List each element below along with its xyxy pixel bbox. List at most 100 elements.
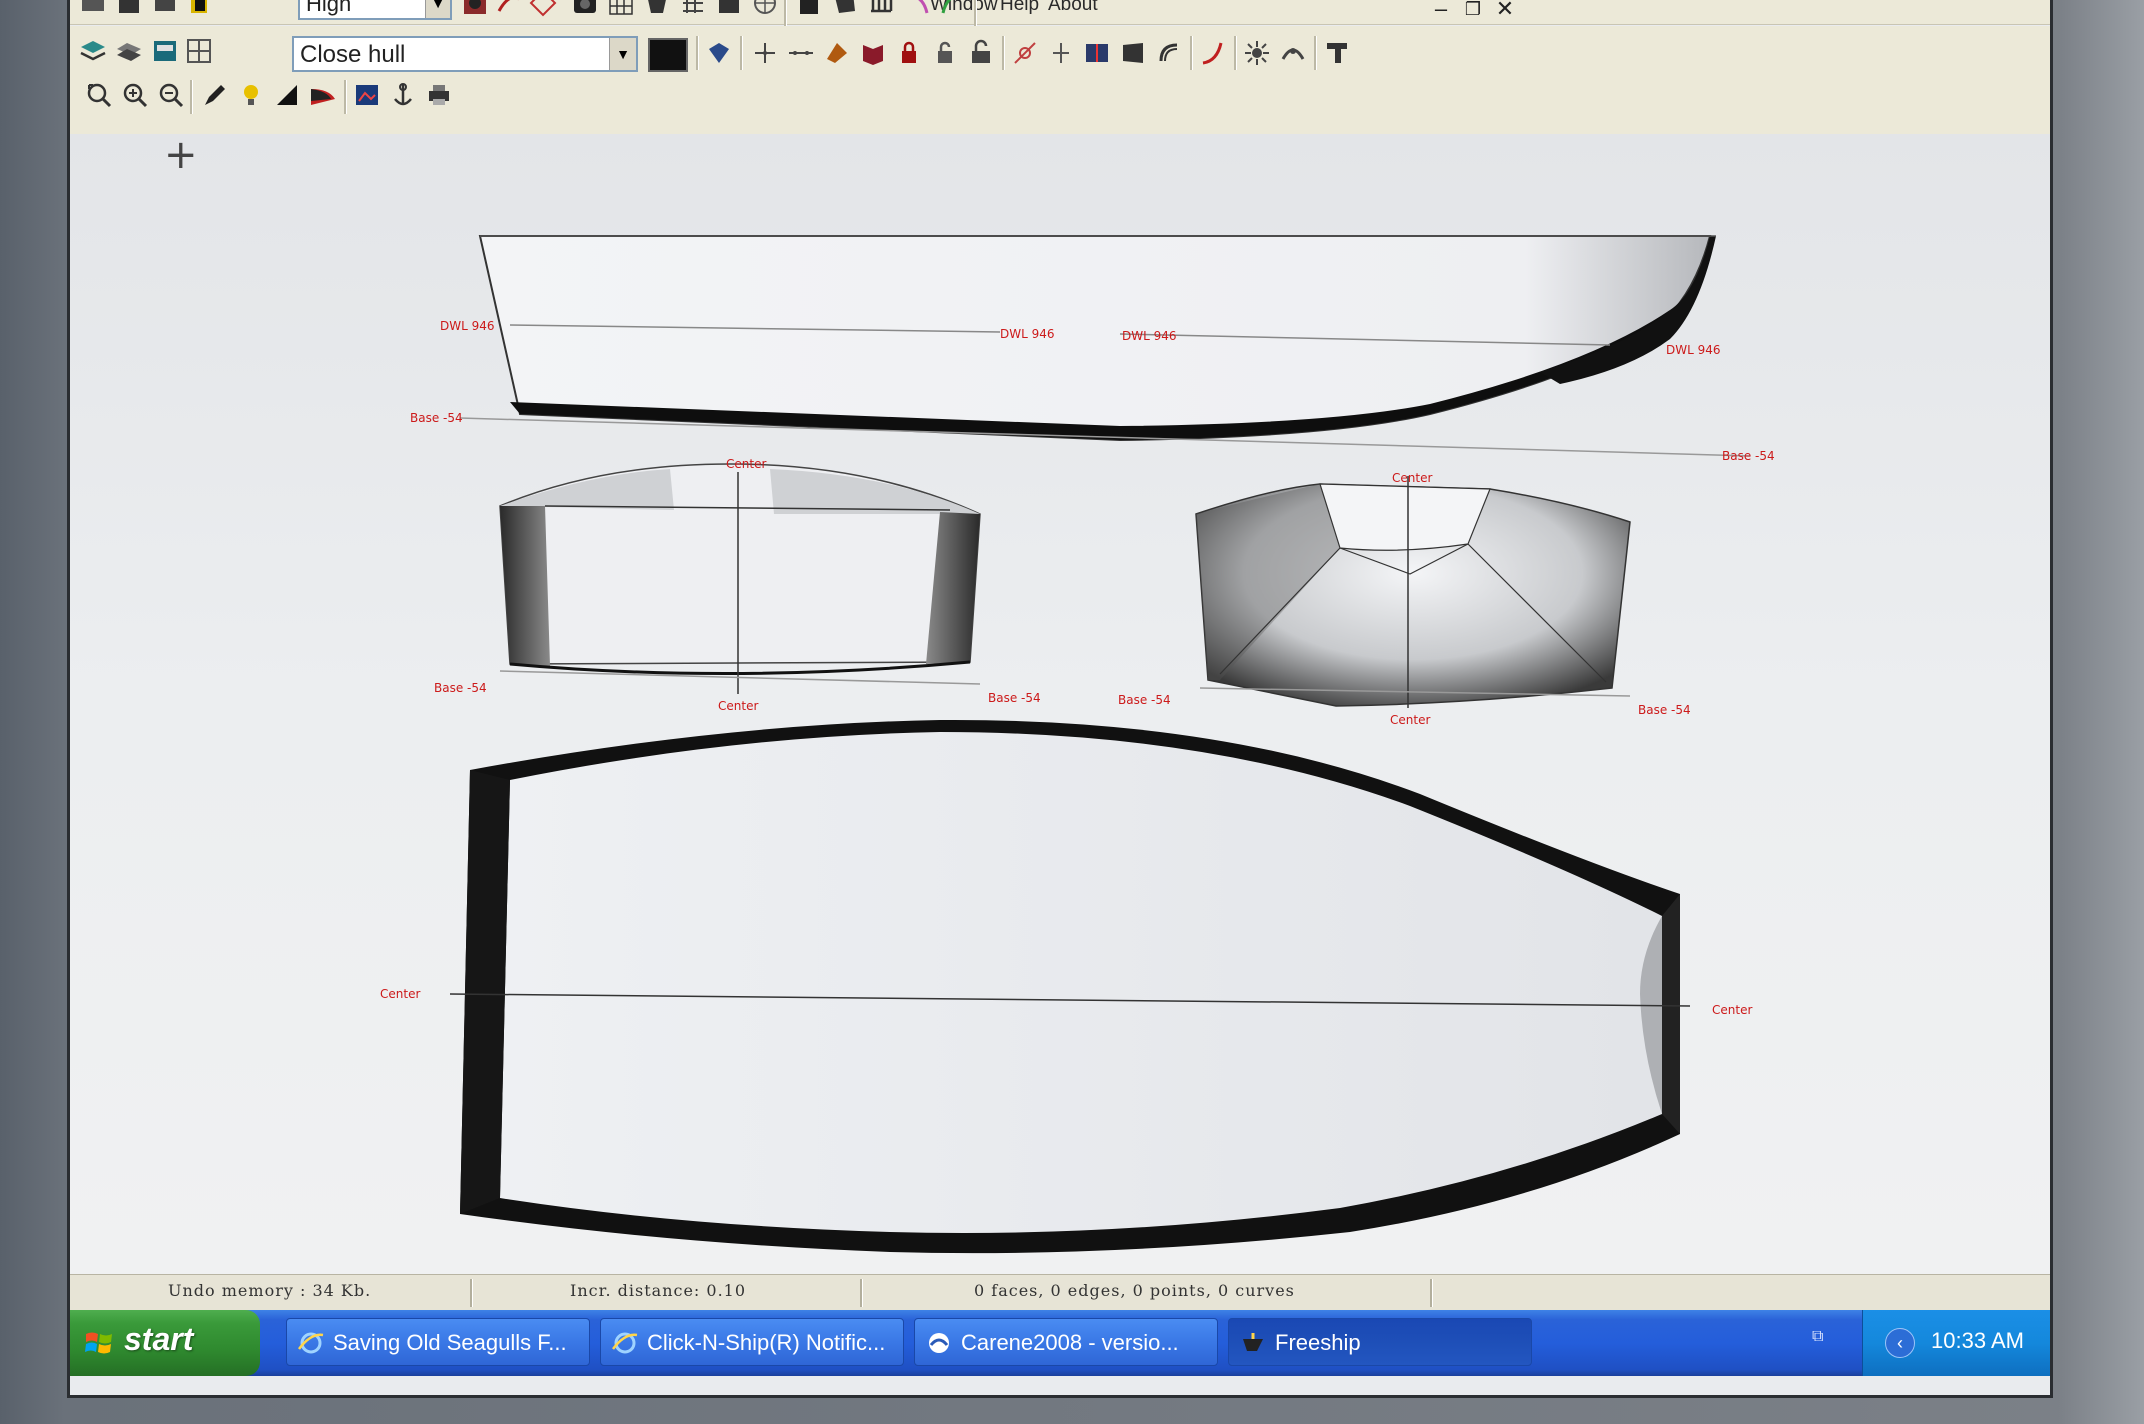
toolbar-separator xyxy=(1002,36,1005,70)
calc-icon[interactable] xyxy=(794,0,824,18)
zoom-out-icon[interactable] xyxy=(156,80,186,110)
application-window: Window Help About – ❐ ✕ High ▼ Close hul… xyxy=(70,0,2050,1395)
plan-center-label: Center xyxy=(1712,1003,1752,1017)
open-icon[interactable] xyxy=(78,0,108,20)
fairing-icon[interactable] xyxy=(1278,38,1308,68)
layer-properties-icon[interactable] xyxy=(150,36,180,66)
image-icon[interactable] xyxy=(352,80,382,110)
zoom-in-icon[interactable] xyxy=(120,80,150,110)
toolbar-separator xyxy=(740,36,743,70)
taskbar-item-label: Freeship xyxy=(1275,1330,1361,1355)
chevron-down-icon[interactable]: ▼ xyxy=(609,38,636,70)
lock-icon[interactable] xyxy=(894,38,924,68)
spline-green-icon[interactable] xyxy=(938,0,968,18)
frames-icon[interactable] xyxy=(866,0,896,18)
layer-select[interactable]: Close hull ▼ xyxy=(292,36,638,72)
status-divider xyxy=(1430,1279,1433,1307)
surface-icon[interactable] xyxy=(830,0,860,18)
body-center-label: Center xyxy=(1390,713,1430,727)
precision-select[interactable]: High ▼ xyxy=(298,0,452,20)
grid-icon[interactable] xyxy=(606,0,636,18)
light-icon[interactable] xyxy=(1242,38,1272,68)
windows-taskbar: start Saving Old Seagulls F... Click-N-S… xyxy=(70,1310,2050,1376)
toolbar-separator xyxy=(784,0,787,26)
unlock-all-icon[interactable] xyxy=(966,38,996,68)
triangle-icon[interactable] xyxy=(272,80,302,110)
toolbar-separator xyxy=(190,80,193,114)
camera-icon[interactable] xyxy=(570,0,600,18)
aft-base-label: Base -54 xyxy=(988,691,1041,705)
start-button[interactable]: start xyxy=(70,1310,260,1376)
flip-icon[interactable] xyxy=(1118,38,1148,68)
freeship-icon xyxy=(1243,1333,1263,1351)
toolbar-view xyxy=(70,80,2050,135)
layer-grid-icon[interactable] xyxy=(184,36,214,66)
aft-body-view[interactable]: Center Center Base -54 Base -54 xyxy=(434,457,1041,713)
new-curve-icon[interactable] xyxy=(1198,38,1228,68)
zoom-extents-icon[interactable] xyxy=(84,80,114,110)
base-label: Base -54 xyxy=(1722,449,1775,463)
insert-point-icon[interactable] xyxy=(786,38,816,68)
plan-deck xyxy=(500,732,1662,1233)
diamond-grid-icon[interactable] xyxy=(528,0,558,18)
undo-memory-status: Undo memory : 34 Kb. xyxy=(168,1281,372,1300)
taskbar-item-label: Click-N-Ship(R) Notific... xyxy=(647,1330,886,1355)
profile-view[interactable]: DWL 946 DWL 946 DWL 946 DWL 946 Base -54… xyxy=(410,235,1775,463)
aft-base-label: Base -54 xyxy=(434,681,487,695)
wireframe-icon[interactable] xyxy=(750,0,780,18)
system-tray: ‹ 10:33 AM xyxy=(1862,1310,2050,1376)
hull-views[interactable]: + DWL 946 DWL 946 DWL 946 DWL 946 Base -… xyxy=(70,134,2050,1274)
save-icon[interactable] xyxy=(114,0,144,20)
toolbar-separator xyxy=(344,80,347,114)
transom-top-right xyxy=(770,469,980,514)
hydrostatics-icon[interactable] xyxy=(1322,38,1352,68)
body-plan-view[interactable]: Center Center Base -54 Base -54 xyxy=(1118,471,1691,727)
body-base-label: Base -54 xyxy=(1638,703,1691,717)
ie-icon xyxy=(298,1332,324,1354)
toolbar-separator xyxy=(1234,36,1237,70)
taskbar-item-label: Saving Old Seagulls F... xyxy=(333,1330,567,1355)
dwl-label: DWL 946 xyxy=(1000,327,1055,341)
toolbar-separator xyxy=(974,0,977,26)
drawing-canvas[interactable]: + DWL 946 DWL 946 DWL 946 DWL 946 Base -… xyxy=(70,134,2050,1274)
pen-icon[interactable] xyxy=(200,80,230,110)
ship-icon[interactable] xyxy=(460,0,490,18)
develop-icon[interactable] xyxy=(704,38,734,68)
add-point-icon[interactable] xyxy=(750,38,780,68)
spline-pink-icon[interactable] xyxy=(902,0,932,18)
network-icon[interactable]: ⧉ xyxy=(1812,1328,1838,1358)
aft-center-label: Center xyxy=(718,699,758,713)
layer-select-value: Close hull xyxy=(300,41,406,68)
precision-select-value: High xyxy=(306,0,352,16)
taskbar-item-carene2008[interactable]: Carene2008 - versio... xyxy=(914,1318,1218,1366)
clock[interactable]: 10:33 AM xyxy=(1931,1328,2024,1354)
printer-icon[interactable] xyxy=(424,80,454,110)
layers-icon[interactable] xyxy=(78,36,108,66)
transom-top-left xyxy=(500,469,674,510)
plan-view[interactable]: Center Center xyxy=(380,719,1752,1254)
mirror-icon[interactable] xyxy=(1082,38,1112,68)
rotate-icon[interactable] xyxy=(1154,38,1184,68)
taskbar-item-freeship[interactable]: Freeship xyxy=(1228,1318,1532,1366)
new-face-icon[interactable] xyxy=(822,38,852,68)
taskbar-item-click-n-ship[interactable]: Click-N-Ship(R) Notific... xyxy=(600,1318,904,1366)
book-icon[interactable] xyxy=(858,38,888,68)
taskbar-item-saving-old-seagulls[interactable]: Saving Old Seagulls F... xyxy=(286,1318,590,1366)
layer-stack-icon[interactable] xyxy=(114,36,144,66)
print-icon[interactable] xyxy=(150,0,180,20)
body-icon[interactable] xyxy=(642,0,672,18)
unlock-icon[interactable] xyxy=(930,38,960,68)
show-hidden-icons-button[interactable]: ‹ xyxy=(1885,1328,1915,1358)
layer-color-swatch[interactable] xyxy=(648,38,688,72)
shade-icon[interactable] xyxy=(714,0,744,18)
mesh-icon[interactable] xyxy=(678,0,708,18)
layer-color-icon[interactable] xyxy=(184,0,214,20)
toolbar-separator xyxy=(696,36,699,70)
collapse-point-icon[interactable] xyxy=(1046,38,1076,68)
knuckle-icon[interactable] xyxy=(1010,38,1040,68)
curve-icon[interactable] xyxy=(494,0,524,18)
hull-shade-icon[interactable] xyxy=(308,80,338,110)
chevron-down-icon[interactable]: ▼ xyxy=(425,0,450,18)
anchor-icon[interactable] xyxy=(388,80,418,110)
lightbulb-icon[interactable] xyxy=(236,80,266,110)
